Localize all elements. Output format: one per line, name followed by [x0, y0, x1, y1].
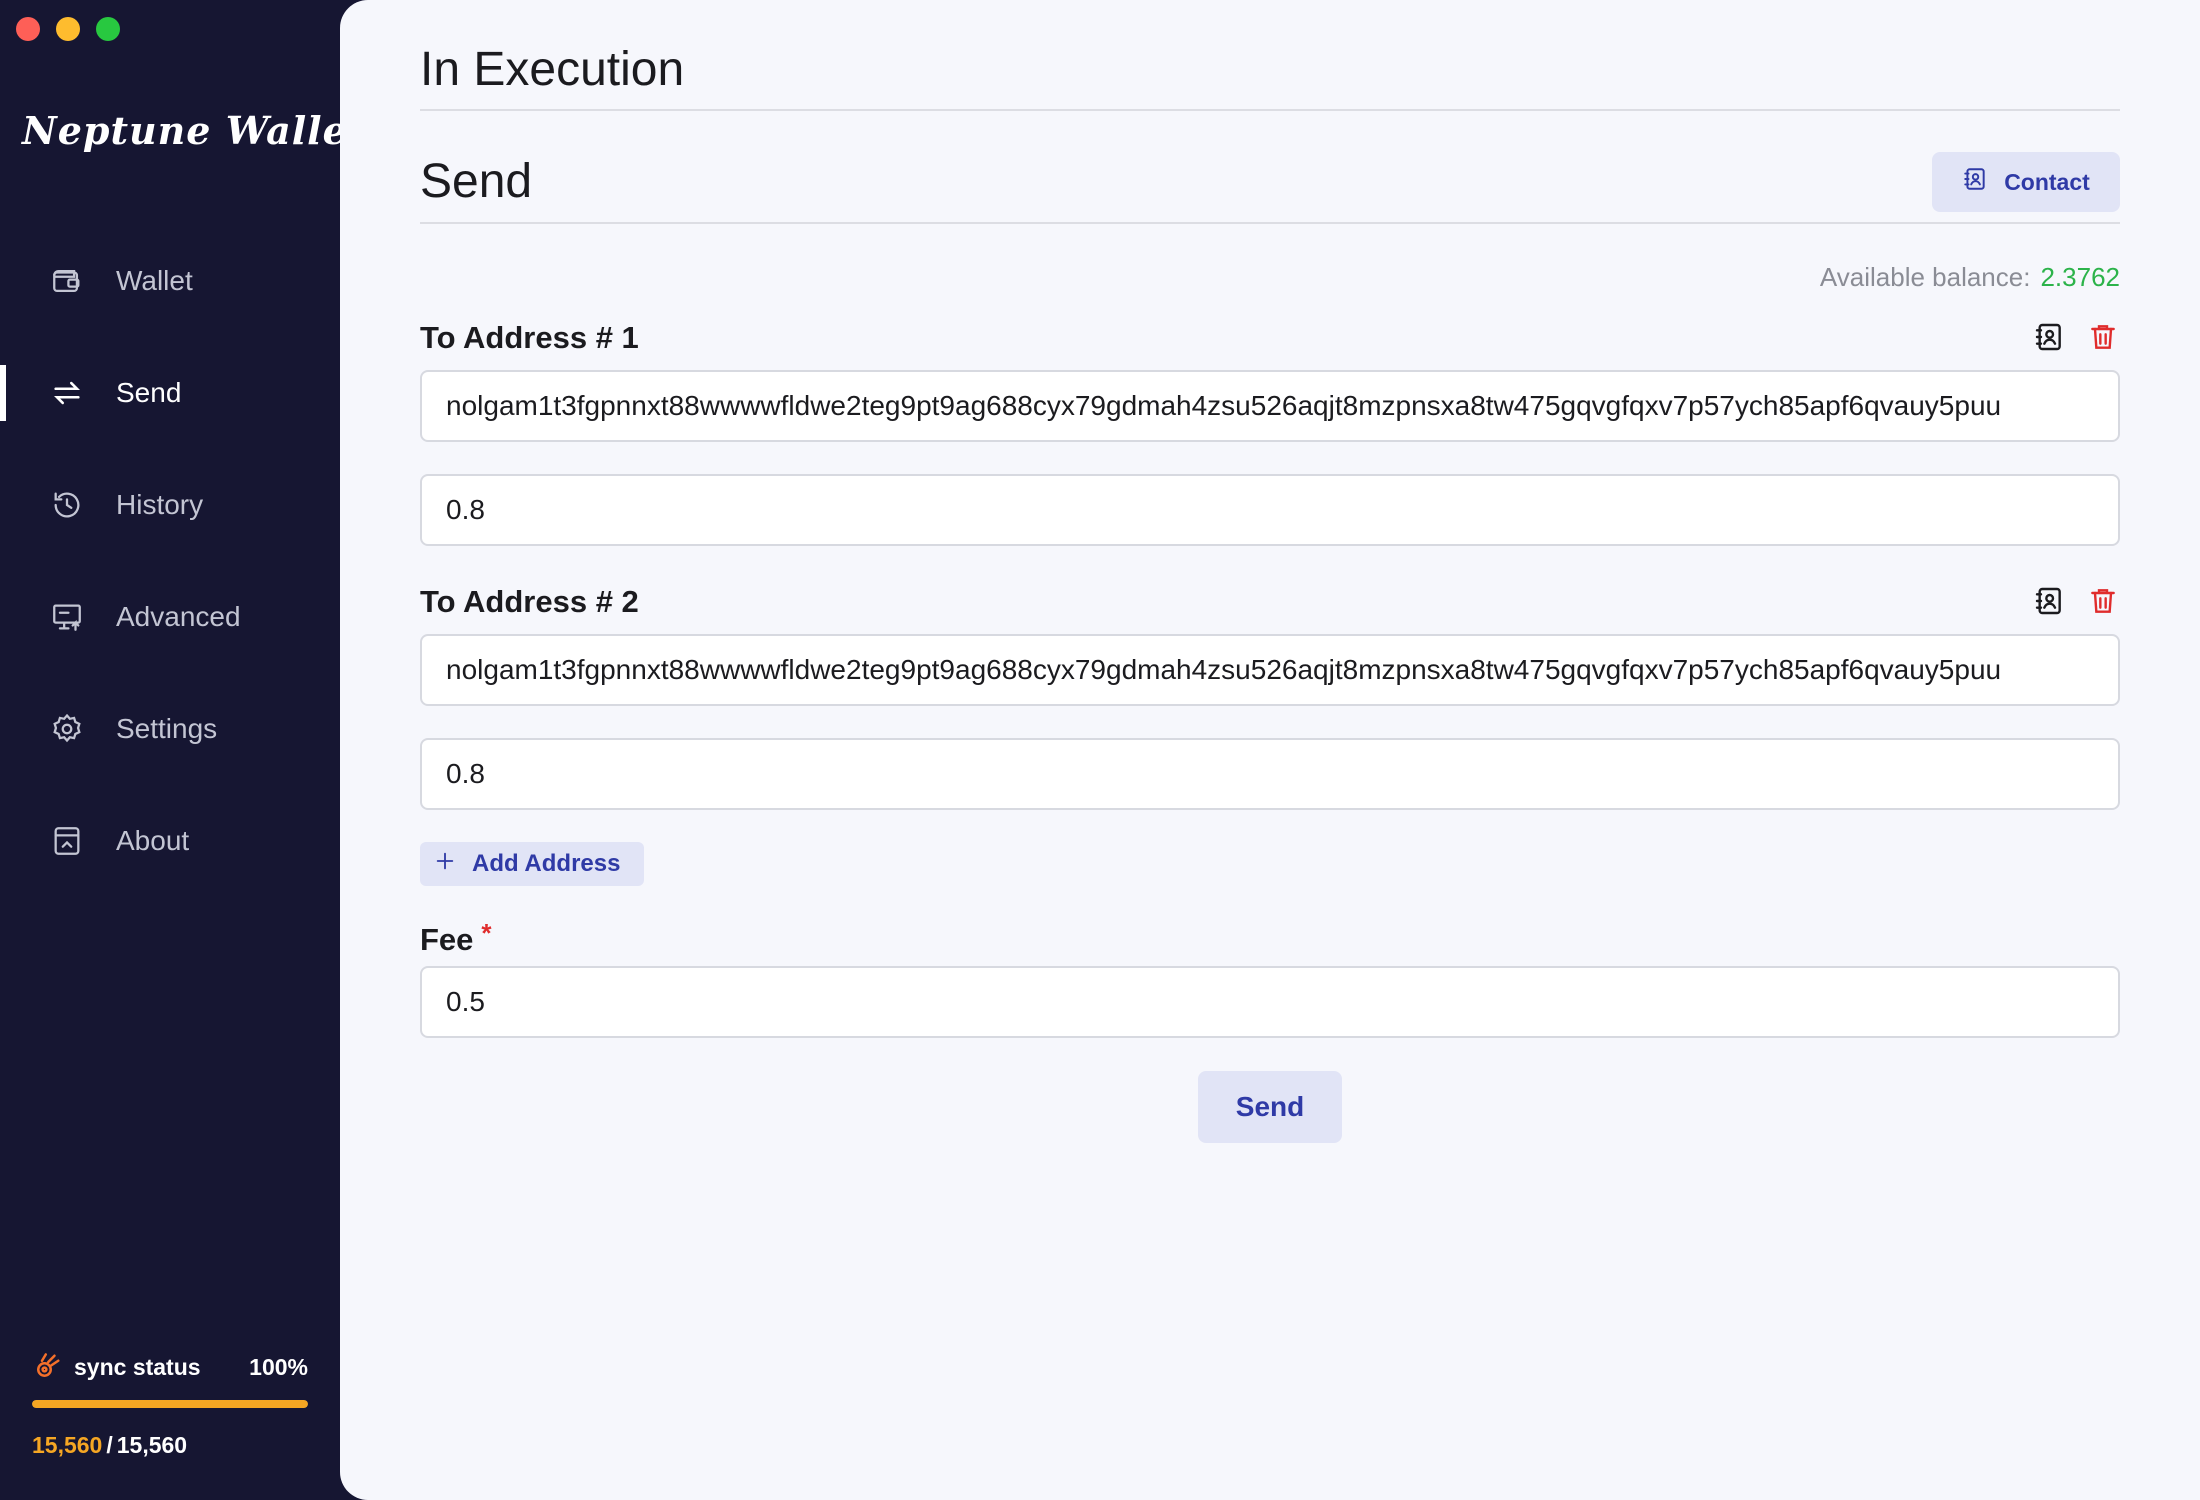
title-divider	[420, 109, 2120, 111]
balance-value: 2.3762	[2040, 262, 2120, 292]
close-window-button[interactable]	[16, 17, 40, 41]
history-icon	[50, 488, 84, 522]
recipient-1-amount-input[interactable]	[420, 474, 2120, 546]
gear-icon	[50, 712, 84, 746]
minimize-window-button[interactable]	[56, 17, 80, 41]
recipient-1-label: To Address # 1	[420, 320, 639, 355]
sidebar: Neptune Wallet Wallet Send History Advan…	[0, 0, 367, 1500]
sidebar-item-label: About	[116, 825, 190, 856]
delete-icon[interactable]	[2086, 320, 2120, 354]
current-block: 15,560	[32, 1432, 103, 1458]
window-controls	[16, 17, 120, 41]
recipient-2-address-input[interactable]	[420, 634, 2120, 706]
main-panel: In Execution Send Contact Available bala…	[340, 0, 2200, 1500]
contact-book-icon	[1962, 166, 1988, 198]
meteor-icon	[32, 1352, 62, 1382]
sync-status: sync status 100% 15,560/15,560	[32, 1352, 308, 1459]
plus-icon	[434, 850, 456, 879]
recipient-2-label: To Address # 2	[420, 584, 639, 619]
sidebar-item-history[interactable]: History	[0, 449, 340, 561]
address-book-icon[interactable]	[2032, 320, 2066, 354]
contact-button[interactable]: Contact	[1932, 152, 2120, 212]
wallet-icon	[50, 264, 84, 298]
recipient-1-address-input[interactable]	[420, 370, 2120, 442]
block-separator: /	[106, 1432, 113, 1458]
sync-status-label: sync status	[74, 1353, 201, 1380]
recipient-2-actions	[2032, 584, 2120, 618]
sidebar-item-label: Wallet	[116, 265, 193, 296]
advanced-icon	[50, 600, 84, 634]
sidebar-item-settings[interactable]: Settings	[0, 673, 340, 785]
sidebar-item-wallet[interactable]: Wallet	[0, 225, 340, 337]
send-button[interactable]: Send	[1198, 1071, 1342, 1143]
sync-progress-bar	[32, 1400, 308, 1408]
total-blocks: 15,560	[116, 1432, 188, 1458]
fee-label: Fee	[420, 922, 474, 957]
section-title: Send	[420, 155, 533, 208]
zoom-window-button[interactable]	[96, 17, 120, 41]
sidebar-item-send[interactable]: Send	[0, 337, 340, 449]
sync-progress-fill	[32, 1400, 308, 1408]
sidebar-item-label: History	[116, 489, 204, 520]
delete-icon[interactable]	[2086, 584, 2120, 618]
app-logo: Neptune Wallet	[22, 108, 367, 153]
balance-label: Available balance:	[1819, 262, 2031, 292]
sync-block-count: 15,560/15,560	[32, 1432, 308, 1459]
recipient-2-amount-input[interactable]	[420, 738, 2120, 810]
sidebar-item-label: Settings	[116, 713, 218, 744]
sidebar-item-advanced[interactable]: Advanced	[0, 561, 340, 673]
required-mark: *	[481, 918, 492, 948]
recipient-1-actions	[2032, 320, 2120, 354]
page-title: In Execution	[420, 43, 685, 96]
about-icon	[50, 824, 84, 858]
available-balance: Available balance: 2.3762	[1820, 262, 2120, 293]
sidebar-item-label: Advanced	[116, 601, 241, 632]
sidebar-item-about[interactable]: About	[0, 785, 340, 897]
fee-input[interactable]	[420, 966, 2120, 1038]
sidebar-nav: Wallet Send History Advanced Settings Ab…	[0, 225, 340, 897]
add-address-label: Add Address	[472, 850, 621, 877]
address-book-icon[interactable]	[2032, 584, 2066, 618]
section-divider	[420, 222, 2120, 224]
contact-button-label: Contact	[2004, 168, 2090, 195]
add-address-button[interactable]: Add Address	[420, 842, 644, 886]
fee-label-group: Fee *	[420, 918, 492, 958]
send-icon	[50, 376, 84, 410]
sidebar-item-label: Send	[116, 377, 182, 408]
sync-percent: 100%	[249, 1353, 308, 1380]
